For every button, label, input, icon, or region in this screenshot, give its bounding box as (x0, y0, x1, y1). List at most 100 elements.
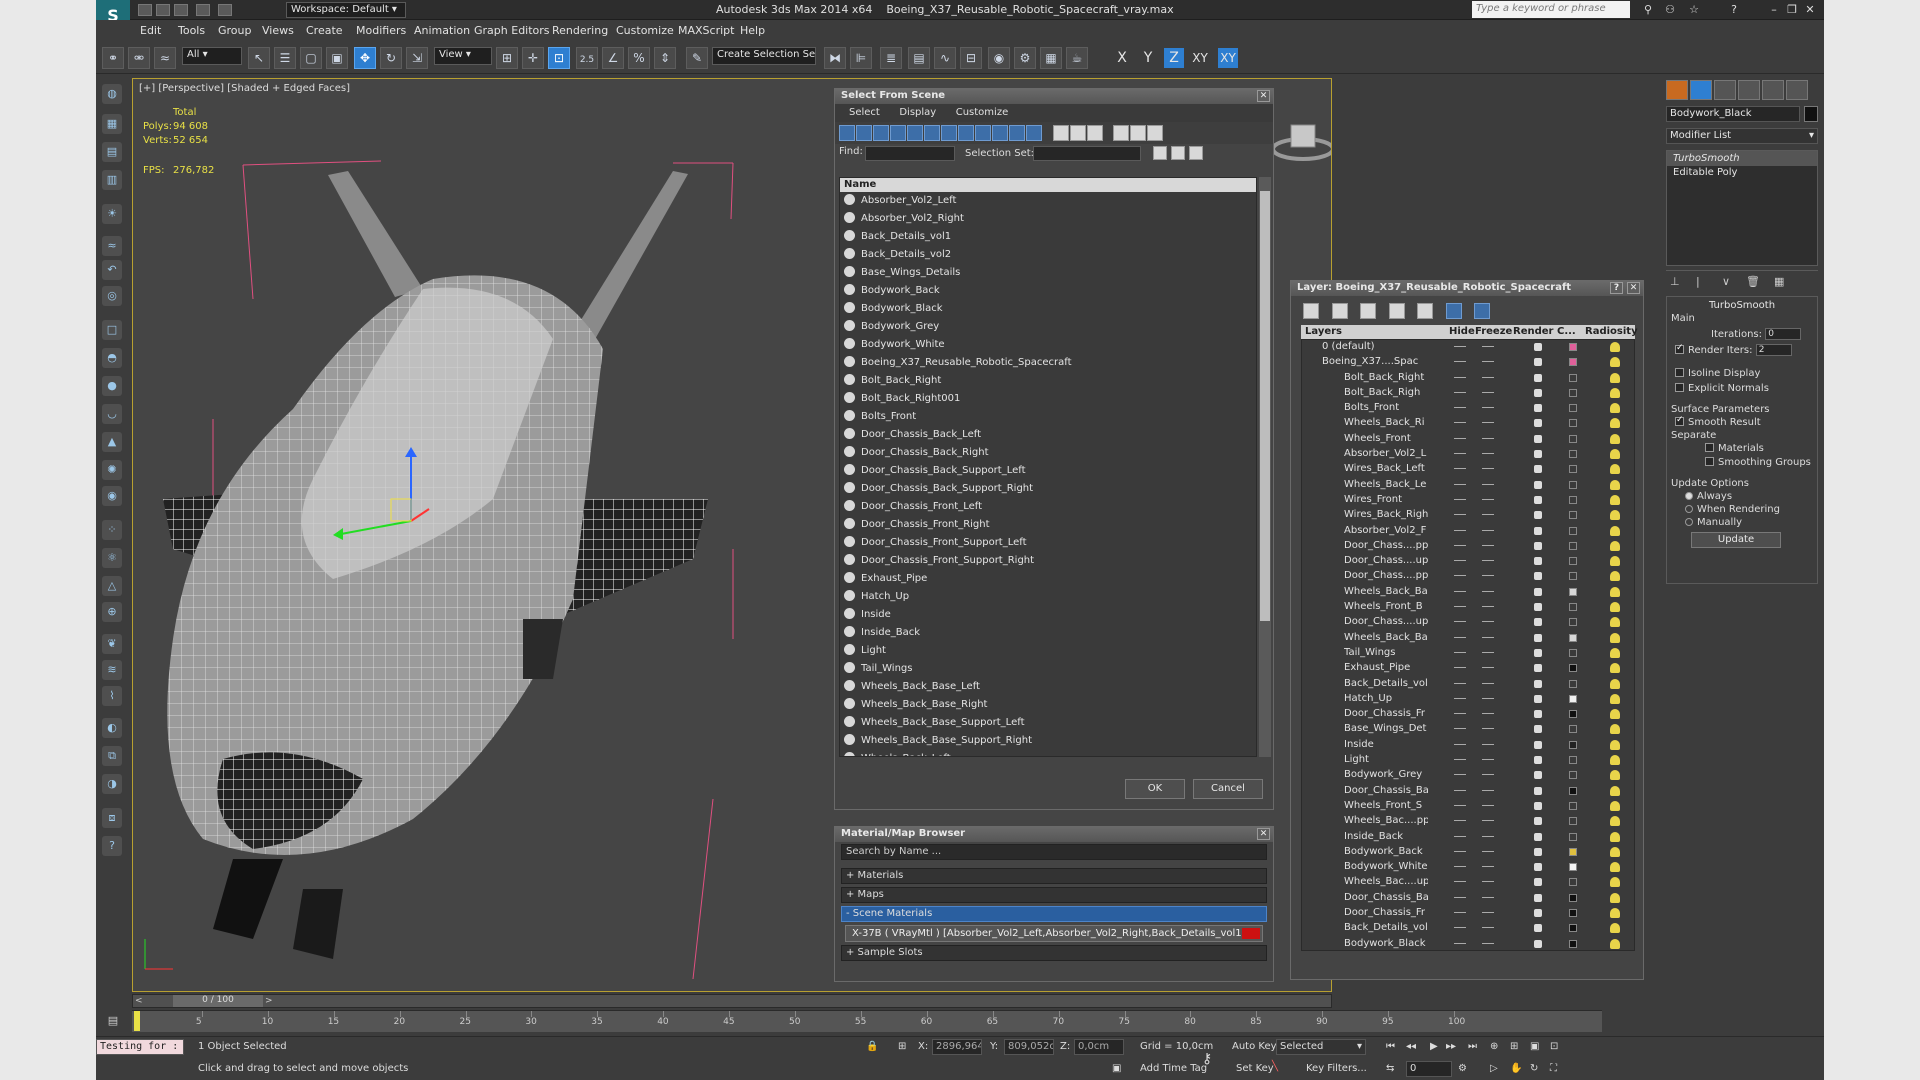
render-toggle-icon[interactable] (1534, 618, 1542, 627)
layer-object-row[interactable]: Door_Chass....pp (1302, 569, 1634, 584)
close-icon[interactable]: ✕ (1257, 90, 1270, 102)
list-item[interactable]: Bodywork_Grey (840, 318, 1256, 336)
maximize-viewport-icon[interactable]: ⛶ (1550, 1063, 1557, 1074)
planet-icon[interactable]: ◑ (102, 774, 122, 794)
list-item[interactable]: Light (840, 642, 1256, 660)
color-swatch[interactable] (1569, 801, 1577, 810)
goto-end-icon[interactable]: ⏭ (1468, 1041, 1477, 1052)
layer-object-row[interactable]: Inside_Back (1302, 830, 1634, 845)
workspace-dropdown[interactable]: Workspace: Default ▾ (286, 2, 406, 18)
list-item[interactable]: Tail_Wings (840, 660, 1256, 678)
list-icon[interactable]: ▥ (102, 170, 122, 190)
display-tab-icon[interactable] (1762, 80, 1784, 100)
radiosity-toggle-icon[interactable] (1610, 372, 1620, 383)
cancel-button[interactable]: Cancel (1193, 779, 1263, 799)
color-swatch[interactable] (1569, 373, 1577, 382)
radiosity-toggle-icon[interactable] (1610, 816, 1620, 827)
hide-toggle[interactable] (1454, 453, 1466, 455)
radiosity-toggle-icon[interactable] (1610, 387, 1620, 398)
mini-curve-editor-icon[interactable]: ▤ (96, 1010, 130, 1032)
hide-toggle[interactable] (1454, 789, 1466, 791)
color-swatch[interactable] (1569, 648, 1577, 657)
list-item[interactable]: Door_Chassis_Front_Left (840, 498, 1256, 516)
time-slider-prev-icon[interactable]: < (135, 996, 145, 1006)
color-swatch[interactable] (1569, 664, 1577, 673)
menu-edit[interactable]: Edit (140, 24, 161, 37)
radiosity-toggle-icon[interactable] (1610, 510, 1620, 521)
favorites-icon[interactable]: ☆ (1686, 3, 1702, 17)
radiosity-toggle-icon[interactable] (1610, 494, 1620, 505)
hide-toggle[interactable] (1454, 835, 1466, 837)
undo-icon[interactable] (196, 4, 210, 16)
name-column-header[interactable]: Name (840, 178, 1256, 192)
freeze-all-icon[interactable] (1474, 303, 1490, 319)
list-item[interactable]: Hatch_Up (840, 588, 1256, 606)
sphere-icon[interactable]: ● (102, 376, 122, 396)
layer-object-row[interactable]: Door_Chass....up (1302, 554, 1634, 569)
layer-manager-icon[interactable]: ≣ (880, 47, 902, 69)
freeze-toggle[interactable] (1482, 682, 1494, 684)
filter-helpers-icon[interactable] (907, 125, 923, 141)
layer-object-row[interactable]: Wheels_Back_Ri (1302, 416, 1634, 431)
lock-selection-icon[interactable]: 🔒 (866, 1041, 878, 1052)
freeze-toggle[interactable] (1482, 636, 1494, 638)
select-move-icon[interactable]: ✥ (354, 47, 376, 69)
hide-toggle[interactable] (1454, 468, 1466, 470)
radiosity-toggle-icon[interactable] (1610, 693, 1620, 704)
radiosity-toggle-icon[interactable] (1610, 800, 1620, 811)
utilities-tab-icon[interactable] (1786, 80, 1808, 100)
rollout-title[interactable]: TurboSmooth (1671, 300, 1813, 311)
freeze-toggle[interactable] (1482, 483, 1494, 485)
color-swatch[interactable] (1569, 465, 1577, 474)
modify-tab-icon[interactable] (1690, 80, 1712, 100)
render-toggle-icon[interactable] (1534, 541, 1542, 550)
select-children-icon[interactable] (1130, 125, 1146, 141)
render-toggle-icon[interactable] (1534, 847, 1542, 856)
color-swatch[interactable] (1569, 541, 1577, 550)
object-color-swatch[interactable] (1804, 106, 1818, 122)
help-circle-icon[interactable]: ? (102, 836, 122, 856)
freeze-toggle[interactable] (1482, 560, 1494, 562)
scene-materials-group[interactable]: - Scene Materials (841, 906, 1267, 922)
render-toggle-icon[interactable] (1534, 679, 1542, 688)
col-radiosity[interactable]: Radiosity (1585, 326, 1638, 337)
help-button[interactable]: ? (1610, 282, 1623, 294)
zoom-all-icon[interactable]: ⊞ (1510, 1041, 1518, 1052)
unlink-icon[interactable]: ⚮ (128, 47, 150, 69)
explicit-normals-checkbox[interactable] (1675, 383, 1684, 392)
set-key-icon[interactable]: ╲ (1272, 1061, 1278, 1072)
orbit-icon[interactable]: ↻ (1530, 1063, 1538, 1074)
filter-frozen-icon[interactable] (1009, 125, 1025, 141)
list-item[interactable]: Door_Chassis_Back_Right (840, 444, 1256, 462)
hide-toggle[interactable] (1454, 498, 1466, 500)
show-end-result-icon[interactable]: | (1696, 275, 1700, 288)
layer-object-row[interactable]: Wheels_Bac....up (1302, 875, 1634, 890)
list-item[interactable]: Base_Wings_Details (840, 264, 1256, 282)
freeze-toggle[interactable] (1482, 881, 1494, 883)
menu-create[interactable]: Create (306, 24, 343, 37)
render-toggle-icon[interactable] (1534, 801, 1542, 810)
delete-layer-icon[interactable] (1331, 303, 1348, 319)
layer-row[interactable]: Boeing_X37....Spac (1302, 355, 1634, 370)
menu-customize[interactable]: Customize (616, 24, 674, 37)
freeze-toggle[interactable] (1482, 437, 1494, 439)
maxscript-listener[interactable]: Testing for : (96, 1039, 184, 1055)
zoom-icon[interactable]: ⊕ (1490, 1041, 1498, 1052)
scene-material-item[interactable]: X-37B ( VRayMtl ) [Absorber_Vol2_Left,Ab… (845, 925, 1263, 942)
material-browser-titlebar[interactable]: Material/Map Browser ✕ (835, 827, 1273, 842)
hide-toggle[interactable] (1454, 774, 1466, 776)
hide-toggle[interactable] (1454, 667, 1466, 669)
render-toggle-icon[interactable] (1534, 832, 1542, 841)
radiosity-toggle-icon[interactable] (1610, 938, 1620, 949)
help-icon[interactable]: ? (1726, 3, 1742, 17)
layer-object-row[interactable]: Door_Chassis_Fr (1302, 906, 1634, 921)
scene-object-list[interactable]: Name Absorber_Vol2_Left Absorber_Vol2_Rig… (839, 177, 1257, 757)
selection-set-dropdown[interactable] (1033, 146, 1141, 161)
freeze-toggle[interactable] (1482, 529, 1494, 531)
col-color[interactable]: C... (1557, 326, 1576, 337)
camera-icon[interactable]: ◎ (102, 286, 122, 306)
menu-tools[interactable]: Tools (178, 24, 205, 37)
set-key-button[interactable]: Set Key (1236, 1063, 1274, 1074)
hide-toggle[interactable] (1454, 437, 1466, 439)
layer-object-row[interactable]: Hatch_Up (1302, 692, 1634, 707)
